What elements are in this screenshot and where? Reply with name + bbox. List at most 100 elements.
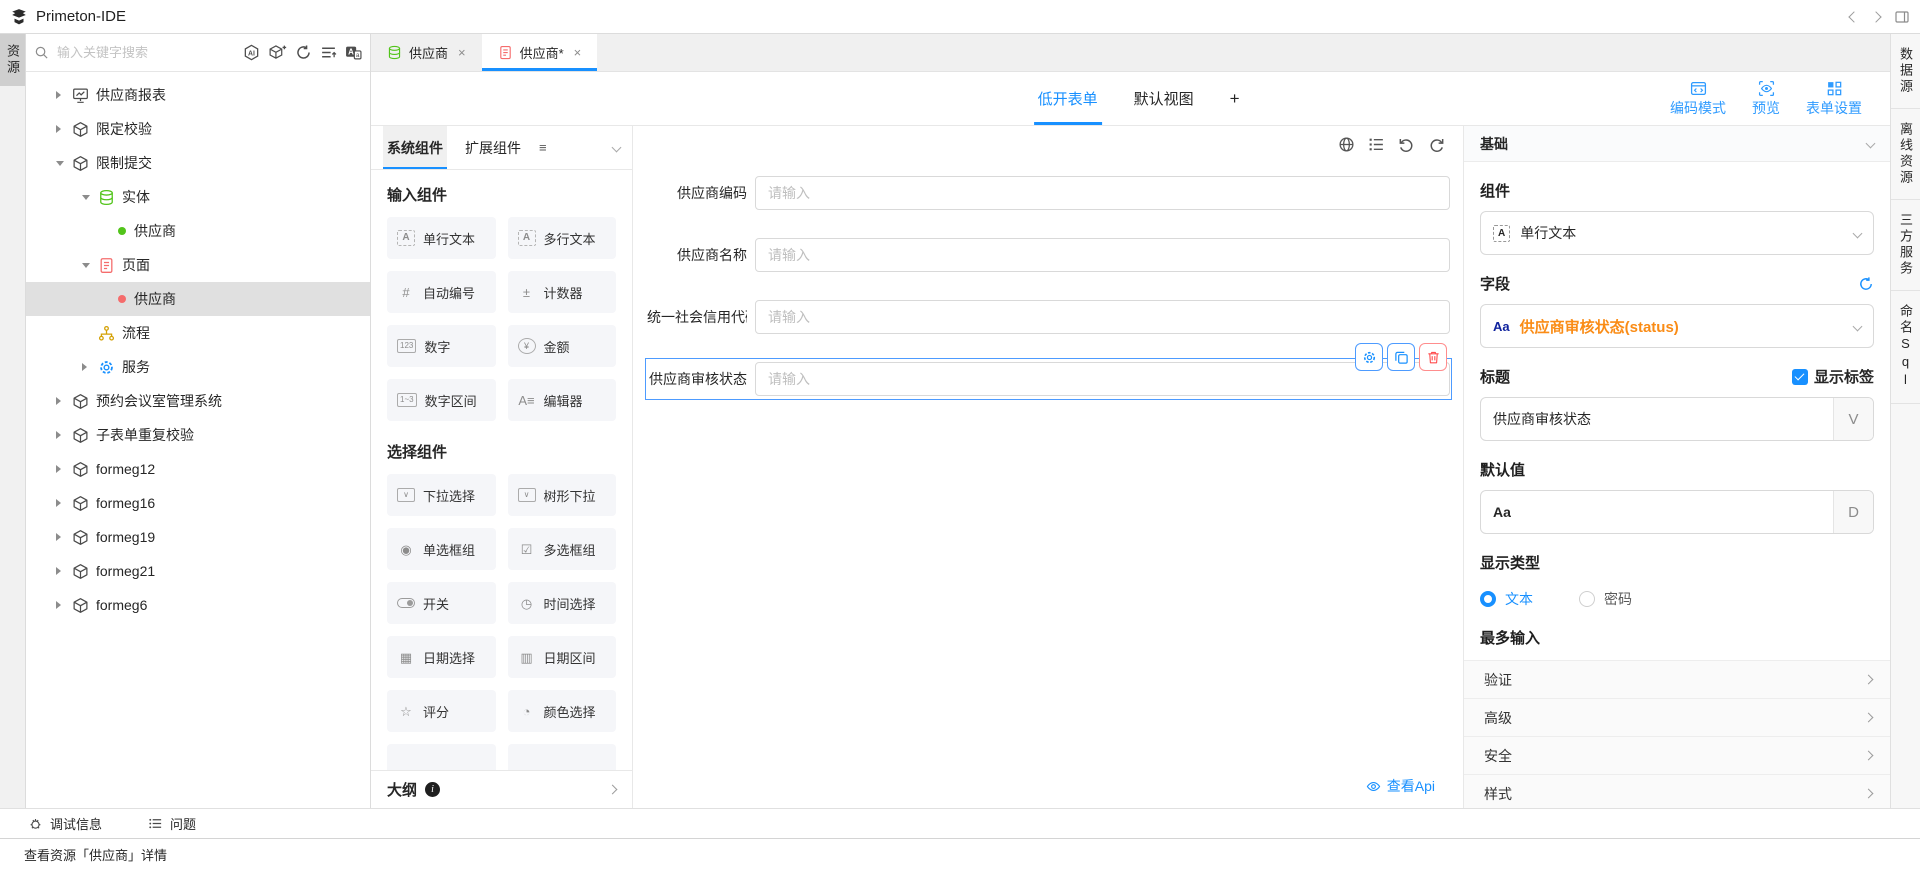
expander-icon[interactable]: [82, 195, 98, 200]
default-variable-button[interactable]: D: [1833, 491, 1873, 533]
close-icon[interactable]: ×: [574, 45, 582, 60]
add-view-icon[interactable]: +: [1230, 89, 1240, 109]
outline-footer[interactable]: 大纲 i: [371, 770, 632, 808]
field-select[interactable]: Aa 供应商审核状态(status): [1480, 304, 1874, 348]
tree-item-project[interactable]: formeg12: [26, 452, 370, 486]
palette-item-amount[interactable]: ¥金额: [508, 325, 617, 367]
palette-item-number-range[interactable]: 1~3数字区间: [387, 379, 496, 421]
problems-tab[interactable]: 问题: [148, 814, 196, 833]
expander-icon[interactable]: [82, 263, 98, 268]
strip-tab-named-sql[interactable]: 命名Sql: [1891, 291, 1920, 404]
palette-tab-system[interactable]: 系统组件: [383, 126, 447, 169]
i18n-globe-icon[interactable]: [1338, 136, 1355, 153]
palette-item-single-line-text[interactable]: A单行文本: [387, 217, 496, 259]
chevron-right-icon[interactable]: [608, 785, 618, 795]
strip-tab-data-source[interactable]: 数据源: [1891, 34, 1920, 109]
tree-item-project[interactable]: formeg21: [26, 554, 370, 588]
expander-icon[interactable]: [56, 397, 72, 405]
section-security[interactable]: 安全: [1464, 737, 1890, 775]
palette-item-radio-group[interactable]: ◉单选框组: [387, 528, 496, 570]
radio-password[interactable]: 密码: [1579, 589, 1632, 609]
form-settings-button[interactable]: 表单设置: [1806, 80, 1862, 118]
code-mode-button[interactable]: 编码模式: [1670, 80, 1726, 118]
palette-item-tree-dropdown[interactable]: ∨树形下拉: [508, 474, 617, 516]
palette-item-number[interactable]: 123数字: [387, 325, 496, 367]
supplier-name-input[interactable]: [755, 238, 1450, 272]
preview-button[interactable]: 预览: [1752, 80, 1780, 118]
palette-item-editor[interactable]: A≡编辑器: [508, 379, 617, 421]
palette-menu-icon[interactable]: ≡: [539, 140, 547, 155]
chevron-down-icon[interactable]: [1866, 139, 1876, 149]
palette-item-partial[interactable]: [508, 744, 617, 770]
redo-icon[interactable]: [1428, 136, 1445, 153]
ai-assistant-icon[interactable]: [243, 44, 260, 61]
palette-item-dropdown[interactable]: ∨下拉选择: [387, 474, 496, 516]
credit-code-input[interactable]: [755, 300, 1450, 334]
title-variable-button[interactable]: V: [1833, 398, 1873, 440]
field-settings-button[interactable]: [1355, 343, 1383, 371]
palette-item-switch[interactable]: 开关: [387, 582, 496, 624]
expander-icon[interactable]: [56, 533, 72, 541]
palette-item-checkbox-group[interactable]: ☑多选框组: [508, 528, 617, 570]
tree-item-project[interactable]: formeg16: [26, 486, 370, 520]
toggle-panel-icon[interactable]: [1894, 9, 1910, 25]
undo-icon[interactable]: [1398, 136, 1415, 153]
component-select[interactable]: A 单行文本: [1480, 211, 1874, 255]
tree-item-supplier-report[interactable]: 供应商报表: [26, 78, 370, 112]
nav-forward-icon[interactable]: [1870, 11, 1881, 22]
form-field-credit-code[interactable]: 统一社会信用代码: [645, 296, 1452, 338]
field-delete-button[interactable]: [1419, 343, 1447, 371]
form-field-audit-status-selected[interactable]: 供应商审核状态: [645, 358, 1452, 400]
palette-item-date-range[interactable]: ▥日期区间: [508, 636, 617, 678]
palette-item-time-picker[interactable]: ◷时间选择: [508, 582, 617, 624]
search-input[interactable]: [57, 45, 235, 60]
expander-icon[interactable]: [56, 161, 72, 166]
expander-icon[interactable]: [56, 431, 72, 439]
properties-header[interactable]: 基础: [1464, 126, 1890, 162]
tree-item-project[interactable]: formeg19: [26, 520, 370, 554]
expander-icon[interactable]: [56, 499, 72, 507]
form-field-supplier-name[interactable]: 供应商名称: [645, 234, 1452, 276]
palette-item-partial[interactable]: [387, 744, 496, 770]
strip-tab-offline-resources[interactable]: 离线资源: [1891, 109, 1920, 200]
radio-text[interactable]: 文本: [1480, 589, 1533, 609]
tree-item-project[interactable]: 预约会议室管理系统: [26, 384, 370, 418]
palette-item-multi-line-text[interactable]: A多行文本: [508, 217, 617, 259]
strip-tab-third-party-services[interactable]: 三方服务: [1891, 200, 1920, 291]
section-style[interactable]: 样式: [1464, 775, 1890, 808]
expander-icon[interactable]: [56, 601, 72, 609]
section-advanced[interactable]: 高级: [1464, 699, 1890, 737]
tree-item-entity-supplier[interactable]: 供应商: [26, 214, 370, 248]
expander-icon[interactable]: [56, 125, 72, 133]
supplier-code-input[interactable]: [755, 176, 1450, 210]
show-label-checkbox[interactable]: [1792, 369, 1808, 385]
chevron-down-icon[interactable]: [612, 143, 622, 153]
tree-item-entity-folder[interactable]: 实体: [26, 180, 370, 214]
tree-item-page-folder[interactable]: 页面: [26, 248, 370, 282]
activity-tab-resources[interactable]: 资源: [0, 34, 25, 86]
title-input[interactable]: [1481, 398, 1833, 440]
palette-item-auto-number[interactable]: #自动编号: [387, 271, 496, 313]
tree-item-project[interactable]: 限定校验: [26, 112, 370, 146]
expander-icon[interactable]: [56, 567, 72, 575]
tree-item-flow[interactable]: 流程: [26, 316, 370, 350]
tree-item-services[interactable]: 服务: [26, 350, 370, 384]
palette-item-date-picker[interactable]: ▦日期选择: [387, 636, 496, 678]
doc-tab-supplier-entity[interactable]: 供应商 ×: [371, 34, 482, 71]
default-value-input[interactable]: Aa: [1481, 491, 1833, 533]
expander-icon[interactable]: [56, 91, 72, 99]
palette-item-rating[interactable]: ☆评分: [387, 690, 496, 732]
refresh-field-icon[interactable]: [1858, 276, 1874, 292]
debug-info-tab[interactable]: 调试信息: [28, 814, 102, 833]
nav-back-icon[interactable]: [1848, 11, 1859, 22]
palette-item-counter[interactable]: ±计数器: [508, 271, 617, 313]
form-canvas[interactable]: 供应商编码 供应商名称 统一社会信用代码 供应商审核状态: [633, 126, 1463, 808]
tree-item-project[interactable]: formeg6: [26, 588, 370, 622]
audit-status-input[interactable]: [755, 362, 1450, 396]
view-api-link[interactable]: 查看Api: [1366, 776, 1435, 796]
palette-tab-extension[interactable]: 扩展组件: [461, 126, 525, 169]
new-project-icon[interactable]: [268, 44, 287, 61]
tree-item-project[interactable]: 限制提交: [26, 146, 370, 180]
view-tab-lowcode-form[interactable]: 低开表单: [1038, 72, 1098, 125]
palette-item-color-picker[interactable]: ◔颜色选择: [508, 690, 617, 732]
